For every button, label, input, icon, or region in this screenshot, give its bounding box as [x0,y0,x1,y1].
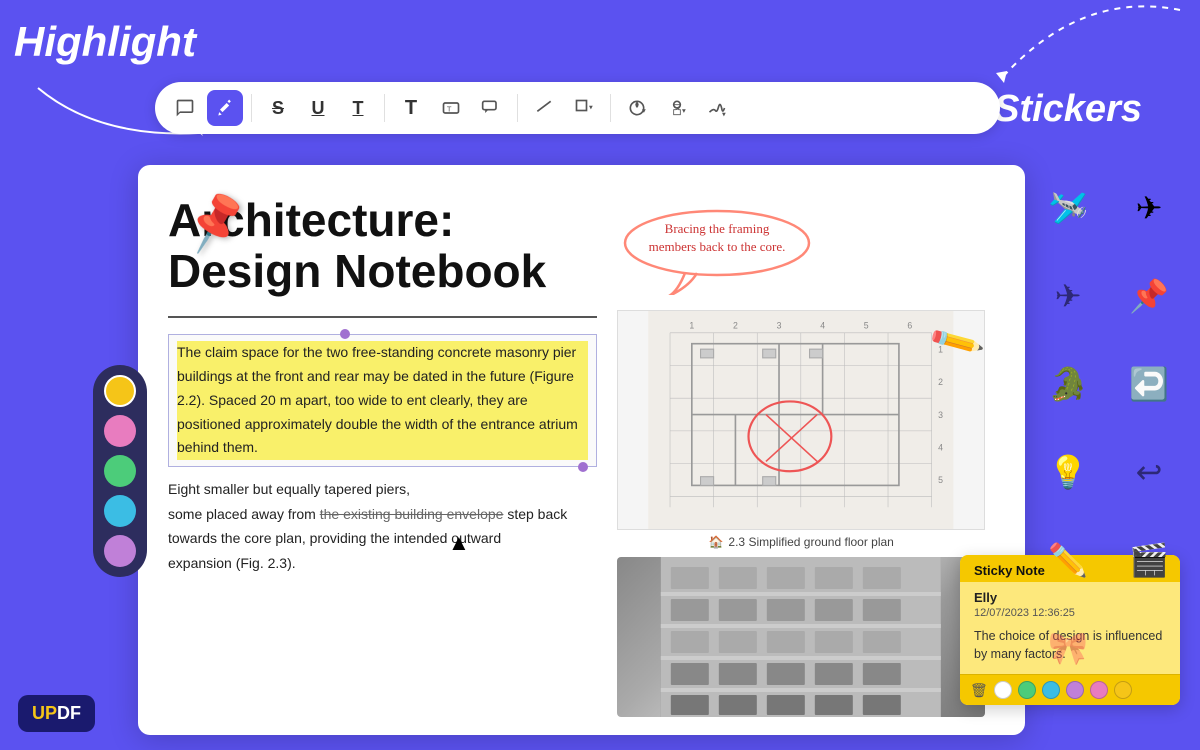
sticker-extra[interactable]: 🎀 [1038,618,1098,678]
toolbar-text-btn[interactable]: T [393,90,429,126]
toolbar-stamp-btn[interactable]: ▾ [659,90,695,126]
svg-text:▾: ▾ [682,106,686,115]
doc-left-column: Architecture: Design Notebook The claim … [168,195,617,705]
document-content: Architecture: Design Notebook The claim … [138,165,1025,735]
svg-text:6: 6 [908,320,913,330]
toolbar-signature-btn[interactable]: ▾ [699,90,735,126]
floor-plan-svg: 1 2 3 4 5 6 1 2 3 4 5 [618,311,984,529]
palette-color-purple[interactable] [104,535,136,567]
sticker-lightbulb[interactable]: 💡 [1038,442,1098,502]
sticker-clapboard[interactable]: 🎬 [1119,530,1179,590]
sticky-color-white[interactable] [994,681,1012,699]
toolbar-comment-btn[interactable] [167,90,203,126]
svg-text:▾: ▾ [722,109,726,118]
sticker-arrow-right[interactable]: ↩️ [1119,354,1179,414]
updf-logo-text: UPDF [32,703,81,724]
floor-plan-image: 1 2 3 4 5 6 1 2 3 4 5 [617,310,985,530]
toolbar-shapes-btn[interactable]: ▾ [566,90,602,126]
palette-color-yellow[interactable] [104,375,136,407]
svg-text:3: 3 [777,320,782,330]
toolbar-sep-1 [251,94,252,122]
updf-logo[interactable]: UPDF [18,695,95,732]
sticker-paper-plane-outline[interactable]: ✈ [1119,178,1179,238]
svg-text:2: 2 [733,320,738,330]
building-photo-svg [617,557,985,717]
palette-color-green[interactable] [104,455,136,487]
sticky-note-trash-btn[interactable]: 🗑 [970,682,988,699]
toolbar-pen-btn[interactable]: ▾ [619,90,655,126]
svg-text:2: 2 [939,377,944,387]
color-palette [93,365,147,577]
toolbar-line-btn[interactable] [526,90,562,126]
svg-text:4: 4 [939,443,944,453]
svg-text:5: 5 [939,475,944,485]
highlighted-paragraph: The claim space for the two free-standin… [177,341,588,460]
document-area: 📌 Architecture: Design Notebook The clai… [138,165,1025,735]
strikethrough-text: the existing building envelope [320,506,504,522]
toolbar-sep-2 [384,94,385,122]
palette-color-cyan[interactable] [104,495,136,527]
toolbar-highlight-btn[interactable] [207,90,243,126]
toolbar-textbox-btn[interactable]: T [433,90,469,126]
svg-text:T: T [447,104,452,113]
sticker-paper-plane-right[interactable]: ✈ [1038,266,1098,326]
toolbar-text-underline-btn[interactable]: T [340,90,376,126]
floor-plan-area: 1 2 3 4 5 6 1 2 3 4 5 [617,310,985,549]
sticker-pushpin-red[interactable]: 📌 [1119,266,1179,326]
svg-text:5: 5 [864,320,869,330]
highlighted-text-block: The claim space for the two free-standin… [168,334,597,467]
toolbar-sep-4 [610,94,611,122]
toolbar-sep-3 [517,94,518,122]
sticker-undo-arrow[interactable]: ↩ [1119,442,1179,502]
sticker-paper-plane-solid[interactable]: 🛩️ [1038,178,1098,238]
toolbar-underline-btn[interactable]: U [300,90,336,126]
toolbar: S U T T T ▾ ▾ ▾ ▾ [155,82,1000,134]
sticker-alligator[interactable]: 🐊 [1038,354,1098,414]
palette-color-pink[interactable] [104,415,136,447]
highlight-label: Highlight [14,18,196,66]
svg-text:4: 4 [821,320,826,330]
building-photo [617,557,985,717]
doc-title-divider [168,316,597,318]
doc-right-column: Bracing the framing members back to the … [617,195,985,705]
svg-text:1: 1 [690,320,695,330]
svg-text:▾: ▾ [589,103,593,112]
toolbar-strikethrough-btn[interactable]: S [260,90,296,126]
svg-text:3: 3 [939,410,944,420]
doc-body-continuation: Eight smaller but equally tapered piers,… [168,477,597,575]
stickers-label: Stickers [994,88,1142,131]
sticker-pencil[interactable]: ✏️ [1038,530,1098,590]
floor-plan-caption: 🏠 2.3 Simplified ground floor plan [617,535,985,549]
speech-bubble-svg: Bracing the framing members back to the … [617,205,817,295]
stickers-panel: 🛩️ ✈ ✈ 📌 🐊 ↩️ 💡 ↩ ✏️ 🎬 🎀 [1030,168,1200,735]
svg-text:members back to the core.: members back to the core. [649,239,786,254]
svg-text:▾: ▾ [642,106,646,115]
toolbar-callout-btn[interactable] [473,90,509,126]
svg-text:Bracing the framing: Bracing the framing [665,221,770,236]
speech-bubble-container: Bracing the framing members back to the … [617,205,985,300]
